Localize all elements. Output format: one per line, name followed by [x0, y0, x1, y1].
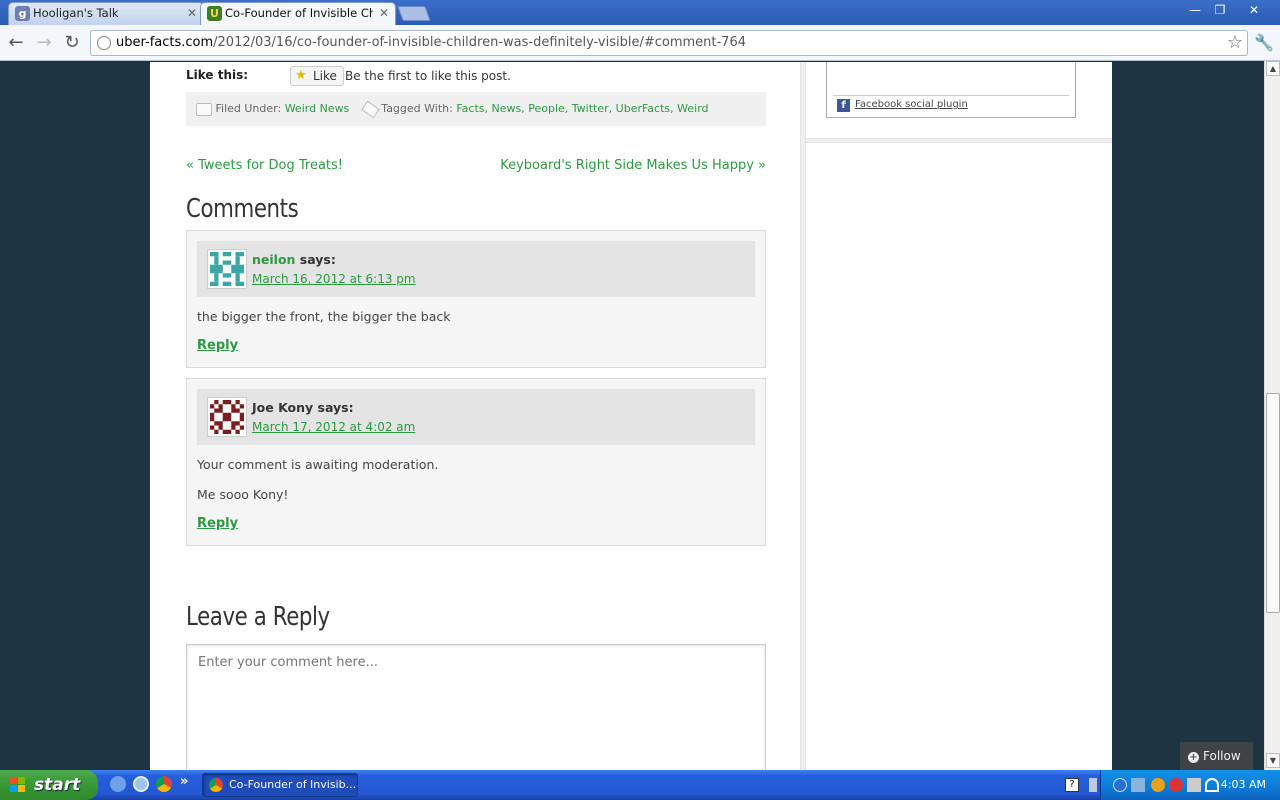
- windows-logo-icon: [10, 777, 27, 793]
- comment-author: neilon says:: [252, 252, 336, 267]
- tagged-label: Tagged With:: [381, 102, 453, 115]
- star-icon: ★: [295, 68, 307, 83]
- prev-post-link[interactable]: « Tweets for Dog Treats!: [186, 158, 343, 173]
- clock: 4:03 AM: [1220, 778, 1266, 791]
- star-icon[interactable]: ☆: [1227, 31, 1243, 55]
- page-icon: [97, 36, 111, 50]
- comment-author-link[interactable]: neilon: [252, 252, 295, 267]
- reply-link[interactable]: Reply: [197, 338, 238, 353]
- comment: neilon says: March 16, 2012 at 6:13 pm t…: [186, 230, 766, 368]
- leave-reply-heading: Leave a Reply: [186, 602, 330, 632]
- comment-author: Joe Kony says:: [252, 400, 354, 415]
- like-widget: Like this: ★ Like Be the first to like t…: [186, 66, 786, 90]
- tag-link[interactable]: Twitter: [572, 102, 609, 115]
- column-divider: [800, 62, 806, 770]
- tag-link[interactable]: Facts: [456, 102, 484, 115]
- facebook-icon: f: [837, 99, 850, 112]
- scroll-thumb[interactable]: [1266, 393, 1280, 613]
- identicon-icon: [210, 252, 244, 286]
- post-meta: Filed Under: Weird News Tagged With: Fac…: [186, 92, 766, 126]
- reload-icon[interactable]: ↻: [62, 33, 82, 53]
- tray-icon[interactable]: [1089, 778, 1097, 792]
- start-button[interactable]: start: [0, 770, 98, 800]
- browser-toolbar: ← → ↻ uber-facts.com/2012/03/16/co-found…: [0, 25, 1280, 61]
- quicklaunch-icon[interactable]: [133, 776, 149, 792]
- main-column: Like this: ★ Like Be the first to like t…: [150, 62, 802, 770]
- scroll-down-icon[interactable]: ▼: [1266, 753, 1280, 768]
- avatar[interactable]: [207, 397, 247, 437]
- next-post-link[interactable]: Keyboard's Right Side Makes Us Happy »: [500, 158, 766, 173]
- globe-icon[interactable]: [1151, 778, 1165, 792]
- facebook-widget: f Facebook social plugin: [826, 62, 1076, 118]
- tag-icon: [360, 100, 380, 118]
- tag-link[interactable]: News: [492, 102, 522, 115]
- minimize-icon[interactable]: —: [1184, 3, 1206, 17]
- comment-body: Me sooo Kony!: [197, 487, 289, 502]
- vertical-scrollbar[interactable]: ▲ ▼: [1264, 61, 1280, 770]
- like-status: Be the first to like this post.: [345, 69, 511, 83]
- restore-icon[interactable]: ❐: [1209, 3, 1231, 17]
- chevron-right-icon[interactable]: »: [180, 774, 188, 789]
- tag-link[interactable]: Weird: [677, 102, 708, 115]
- window-close-icon[interactable]: ✕: [1243, 3, 1265, 17]
- comment-date[interactable]: March 16, 2012 at 6:13 pm: [252, 272, 416, 286]
- category-link[interactable]: Weird News: [285, 102, 350, 115]
- plus-icon: +: [1188, 752, 1199, 763]
- network-icon[interactable]: [1131, 778, 1145, 792]
- taskbar-window-button[interactable]: Co-Founder of Invisib...: [202, 773, 358, 797]
- arrow-left-icon[interactable]: [1113, 778, 1127, 792]
- tab-hooligans-talk[interactable]: g Hooligan's Talk ✕: [8, 2, 204, 25]
- wifi-icon[interactable]: [1205, 778, 1219, 792]
- security-icon[interactable]: [1169, 778, 1183, 792]
- windows-taskbar: start » Co-Founder of Invisib... ? 4:03 …: [0, 770, 1280, 800]
- scroll-up-icon[interactable]: ▲: [1266, 61, 1280, 76]
- url-text: uber-facts.com/2012/03/16/co-founder-of-…: [116, 35, 746, 50]
- avatar[interactable]: [207, 249, 247, 289]
- chrome-icon: [209, 778, 223, 792]
- comment-body: the bigger the front, the bigger the bac…: [197, 309, 451, 324]
- page-container: Like this: ★ Like Be the first to like t…: [150, 62, 1112, 770]
- sidebar-divider: [806, 138, 1112, 143]
- like-button[interactable]: ★ Like: [290, 66, 344, 86]
- comment-textarea[interactable]: [187, 645, 765, 770]
- like-title: Like this:: [186, 68, 249, 82]
- uberfacts-favicon-icon: U: [207, 6, 222, 21]
- comment-form: [186, 644, 766, 770]
- chrome-icon[interactable]: [156, 776, 172, 792]
- comment: Joe Kony says: March 17, 2012 at 4:02 am…: [186, 378, 766, 546]
- quicklaunch-icon[interactable]: [110, 776, 126, 792]
- filed-under-label: Filed Under:: [215, 102, 282, 115]
- comment-header: neilon says: March 16, 2012 at 6:13 pm: [197, 241, 755, 297]
- close-icon[interactable]: ✕: [379, 3, 389, 24]
- divider: [833, 95, 1069, 96]
- tab-title: Co-Founder of Invisible Childre: [225, 6, 373, 20]
- reply-link[interactable]: Reply: [197, 516, 238, 531]
- comments-heading: Comments: [186, 194, 299, 224]
- close-icon[interactable]: ✕: [187, 3, 197, 24]
- back-icon[interactable]: ←: [6, 33, 26, 53]
- tab-title: Hooligan's Talk: [33, 6, 119, 20]
- tab-co-founder[interactable]: U Co-Founder of Invisible Childre ✕: [200, 2, 396, 25]
- tag-link[interactable]: UberFacts: [616, 102, 670, 115]
- comment-moderation-notice: Your comment is awaiting moderation.: [197, 457, 439, 472]
- folder-icon: [196, 102, 212, 116]
- monitor-icon[interactable]: [1187, 778, 1201, 792]
- new-tab-button[interactable]: [397, 6, 431, 21]
- system-tray: ? 4:03 AM: [1065, 770, 1280, 800]
- forward-icon[interactable]: →: [34, 33, 54, 53]
- browser-titlebar: g Hooligan's Talk ✕ U Co-Founder of Invi…: [0, 0, 1280, 25]
- help-icon[interactable]: ?: [1065, 778, 1079, 792]
- follow-button[interactable]: + Follow: [1180, 742, 1253, 770]
- facebook-plugin-link[interactable]: Facebook social plugin: [855, 99, 968, 110]
- g-favicon-icon: g: [15, 6, 30, 21]
- tag-link[interactable]: People: [528, 102, 565, 115]
- comment-date[interactable]: March 17, 2012 at 4:02 am: [252, 420, 415, 434]
- page-viewport: Like this: ★ Like Be the first to like t…: [0, 62, 1264, 770]
- identicon-icon: [210, 400, 244, 434]
- address-bar[interactable]: uber-facts.com/2012/03/16/co-founder-of-…: [90, 30, 1248, 56]
- wrench-icon[interactable]: 🔧: [1254, 33, 1274, 52]
- comment-header: Joe Kony says: March 17, 2012 at 4:02 am: [197, 389, 755, 445]
